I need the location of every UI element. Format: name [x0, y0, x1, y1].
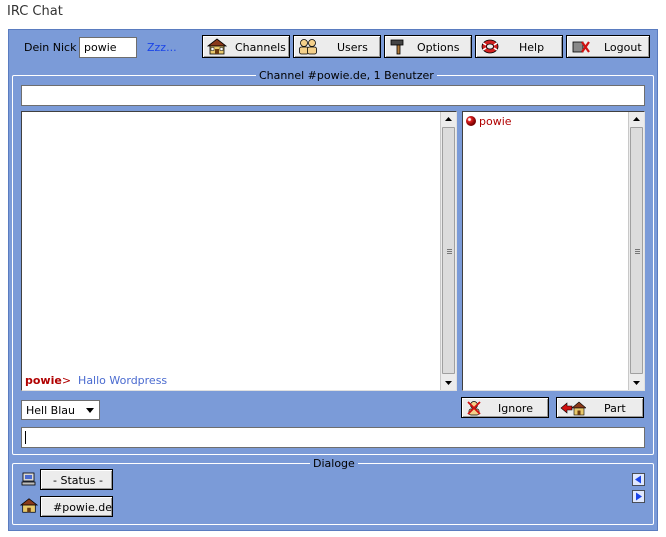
- arrow-right-icon[interactable]: [632, 490, 645, 503]
- hammer-icon: [390, 39, 404, 55]
- status-tab-label: - Status -: [53, 474, 103, 487]
- users-button-label: Users: [337, 41, 368, 54]
- channel-tab-label: #powie.de: [53, 501, 112, 514]
- ignore-button-label: Ignore: [498, 402, 533, 415]
- chat-area[interactable]: powie> Hallo Wordpress: [21, 111, 457, 391]
- user-status-icon: [466, 116, 476, 126]
- help-button[interactable]: Help: [475, 35, 563, 58]
- grip-line: [635, 251, 640, 252]
- toolbar: Dein Nick powie Zzz... Channels Users Op…: [9, 30, 657, 68]
- dialogs-legend: Dialoge: [310, 457, 358, 470]
- channel-legend: Channel #powie.de, 1 Benutzer: [256, 69, 437, 82]
- irc-applet: Dein Nick powie Zzz... Channels Users Op…: [8, 29, 658, 531]
- ignore-icon: [467, 401, 481, 416]
- users-icon: [299, 39, 317, 55]
- color-select[interactable]: Hell Blau: [21, 400, 100, 420]
- ignore-button[interactable]: Ignore: [461, 397, 549, 418]
- nick-label: Dein Nick: [24, 41, 77, 54]
- scroll-down-arrow-icon[interactable]: [441, 376, 456, 390]
- channels-button-label: Channels: [235, 41, 286, 54]
- nick-input[interactable]: powie: [79, 37, 137, 58]
- logout-button[interactable]: Logout: [566, 35, 650, 58]
- scroll-up-arrow-icon[interactable]: [629, 112, 644, 126]
- color-select-value: Hell Blau: [26, 404, 75, 417]
- userlist-scroll-thumb[interactable]: [630, 127, 643, 374]
- chat-message-separator: >: [61, 374, 72, 387]
- options-button-label: Options: [417, 41, 460, 54]
- chevron-down-icon: [86, 408, 94, 413]
- chat-scroll-thumb[interactable]: [442, 127, 455, 374]
- chat-message-nick: powie: [25, 374, 62, 387]
- message-input[interactable]: [21, 427, 645, 448]
- grip-line: [447, 249, 452, 250]
- userlist-scrollbar[interactable]: [628, 112, 644, 390]
- grip-line: [447, 253, 452, 254]
- chat-message: powie> Hallo Wordpress: [25, 374, 167, 387]
- part-button-label: Part: [604, 402, 626, 415]
- help-button-label: Help: [519, 41, 545, 54]
- channel-panel: Channel #powie.de, 1 Benutzer powie> Hal…: [12, 69, 654, 455]
- part-button[interactable]: Part: [556, 397, 644, 418]
- user-name: powie: [479, 115, 512, 128]
- grip-line: [447, 251, 452, 252]
- chat-message-text: Hallo Wordpress: [78, 374, 168, 387]
- users-button[interactable]: Users: [293, 35, 381, 58]
- status-tab-button[interactable]: - Status -: [40, 469, 113, 490]
- options-button[interactable]: Options: [384, 35, 472, 58]
- channel-tab-button[interactable]: #powie.de: [40, 496, 113, 517]
- lifebuoy-icon: [481, 39, 499, 54]
- leave-channel-icon: [560, 401, 586, 416]
- logout-button-label: Logout: [604, 41, 642, 54]
- house-icon: [207, 38, 227, 55]
- arrow-left-icon[interactable]: [632, 473, 645, 486]
- grip-line: [635, 253, 640, 254]
- logout-icon: [572, 41, 590, 53]
- dialogs-panel: Dialoge - Status - #powie.de: [12, 457, 654, 525]
- text-cursor: [25, 431, 26, 444]
- scroll-up-arrow-icon[interactable]: [441, 112, 456, 126]
- channels-button[interactable]: Channels: [202, 35, 290, 58]
- user-list[interactable]: powie: [462, 111, 645, 391]
- topic-field[interactable]: [21, 85, 645, 106]
- page-title: IRC Chat: [7, 4, 63, 19]
- user-list-item[interactable]: powie: [466, 115, 512, 128]
- scroll-down-arrow-icon[interactable]: [629, 376, 644, 390]
- away-link[interactable]: Zzz...: [147, 41, 177, 54]
- grip-line: [635, 249, 640, 250]
- house-icon: [20, 498, 38, 513]
- chat-scrollbar[interactable]: [440, 112, 456, 390]
- computer-icon: [21, 472, 36, 486]
